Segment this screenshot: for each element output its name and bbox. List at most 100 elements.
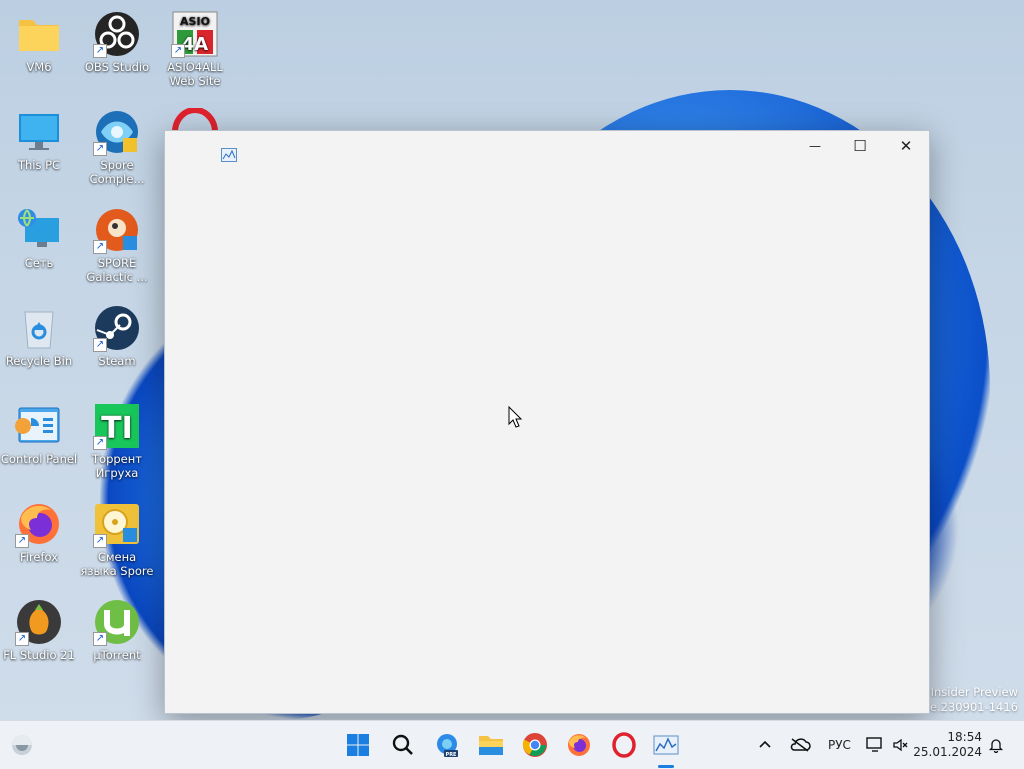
shortcut-arrow-icon: ↗ [93,338,107,352]
spore-language-icon: ↗ [93,500,141,548]
shortcut-arrow-icon: ↗ [93,44,107,58]
volume-muted-icon [893,738,908,752]
desktop-icon-firefox[interactable]: ↗ Firefox [0,494,78,564]
spore-galactic-icon: ↗ [93,206,141,254]
shortcut-arrow-icon: ↗ [93,632,107,646]
chrome-icon [522,733,547,757]
shortcut-arrow-icon: ↗ [93,534,107,548]
onedrive-button[interactable] [789,721,811,769]
minimize-icon: — [809,139,821,153]
icon-label: Steam [98,354,136,368]
icon-label: This PC [17,158,61,172]
app-chart-icon [221,147,237,162]
widgets-icon [12,735,32,755]
search-button[interactable] [387,729,419,761]
close-button[interactable]: ✕ [883,131,929,161]
taskbar-active-app[interactable] [650,729,682,761]
control-panel-icon [15,402,63,450]
desktop-icon-spore-galactic[interactable]: ↗ SPORE Galactic ... [78,200,156,284]
icon-label: SPORE Galactic ... [86,256,148,284]
close-icon: ✕ [899,137,913,155]
folder-icon [15,10,63,58]
opera-icon [612,732,636,758]
icon-label: ASIO4ALL Web Site [167,60,223,88]
shortcut-arrow-icon: ↗ [93,240,107,254]
icon-label: Spore Comple... [89,158,145,186]
maximize-button[interactable]: ☐ [837,131,883,161]
firefox-icon: ↗ [15,500,63,548]
desktop-icon-network[interactable]: Сеть [0,200,78,270]
language-indicator[interactable]: РУС [828,721,851,769]
monitor-icon [15,108,63,156]
taskbar: PRE РУС 18:54 25.01.2024 [0,720,1024,769]
clock-date: 25.01.2024 [913,745,982,759]
start-button[interactable] [342,729,374,761]
taskbar-chrome[interactable] [519,729,551,761]
steam-icon: ↗ [93,304,141,352]
icon-label: Recycle Bin [5,354,73,368]
desktop-icon-spore-language[interactable]: ↗ Смена языка Spore [78,494,156,578]
desktop-icon-spore-complete[interactable]: ↗ Spore Comple... [78,102,156,186]
cloud-offline-icon [790,738,811,752]
shortcut-arrow-icon: ↗ [93,142,107,156]
firefox-icon [568,734,590,756]
svg-text:ASIO: ASIO [180,15,210,28]
svg-text:4A: 4A [182,34,209,55]
recycle-bin-icon [15,304,63,352]
taskbar-opera[interactable] [608,729,640,761]
desktop-icon-obs-studio[interactable]: ↗ OBS Studio [78,4,156,74]
language-label: РУС [828,738,851,752]
window-content [165,161,929,713]
clock-time: 18:54 [947,730,982,744]
taskbar-file-explorer[interactable] [475,729,507,761]
spore-complete-icon: ↗ [93,108,141,156]
shortcut-arrow-icon: ↗ [15,632,29,646]
desktop-icon-utorrent[interactable]: ↗ µTorrent [78,592,156,662]
taskbar-firefox[interactable] [563,729,595,761]
tray-overflow-button[interactable] [758,721,772,769]
fl-studio-icon: ↗ [15,598,63,646]
shortcut-arrow-icon: ↗ [93,436,107,450]
torrent-igruha-icon: TI ↗ [93,402,141,450]
widgets-button[interactable] [6,729,38,761]
folder-icon [479,736,503,755]
notifications-button[interactable] [988,721,1004,769]
search-icon [392,734,413,755]
desktop-icon-vm6[interactable]: VM6 [0,4,78,74]
app-window[interactable]: — ☐ ✕ [164,130,930,714]
edge-preview-icon: PRE [437,734,458,758]
network-status-button[interactable] [866,721,884,769]
shortcut-arrow-icon: ↗ [15,534,29,548]
obs-studio-icon: ↗ [93,10,141,58]
window-titlebar[interactable]: — ☐ ✕ [165,131,929,162]
icon-label: Смена языка Spore [80,550,154,578]
volume-button[interactable] [892,721,908,769]
shortcut-arrow-icon: ↗ [171,44,185,58]
monitor-network-icon [866,737,882,752]
clock[interactable]: 18:54 25.01.2024 [913,721,982,769]
taskbar-edge-pre[interactable]: PRE [431,729,463,761]
icon-label: Торрент Игруха [92,452,142,480]
icon-label: OBS Studio [84,60,150,74]
network-icon [15,206,63,254]
icon-label: Firefox [19,550,59,564]
desktop-icon-control-panel[interactable]: Control Panel [0,396,78,466]
desktop-icon-opera[interactable] [156,102,234,130]
desktop-icon-asio4all[interactable]: ASIO 4A ↗ ASIO4ALL Web Site [156,4,234,88]
asio4all-icon: ASIO 4A ↗ [171,10,219,58]
chevron-up-icon [758,737,772,753]
icon-label: µTorrent [93,648,141,662]
opera-icon [171,107,219,130]
bell-icon [988,739,1004,753]
minimize-button[interactable]: — [792,131,838,161]
desktop-icon-fl-studio[interactable]: ↗ FL Studio 21 [0,592,78,662]
windows-logo-icon [347,734,369,756]
desktop-icon-recycle-bin[interactable]: Recycle Bin [0,298,78,368]
utorrent-icon: ↗ [93,598,141,646]
icon-label: VM6 [26,60,52,74]
desktop-icon-torrent-igruha[interactable]: TI ↗ Торрент Игруха [78,396,156,480]
desktop-icon-steam[interactable]: ↗ Steam [78,298,156,368]
icon-label: Сеть [24,256,54,270]
maximize-icon: ☐ [853,137,867,155]
desktop-icon-this-pc[interactable]: This PC [0,102,78,172]
